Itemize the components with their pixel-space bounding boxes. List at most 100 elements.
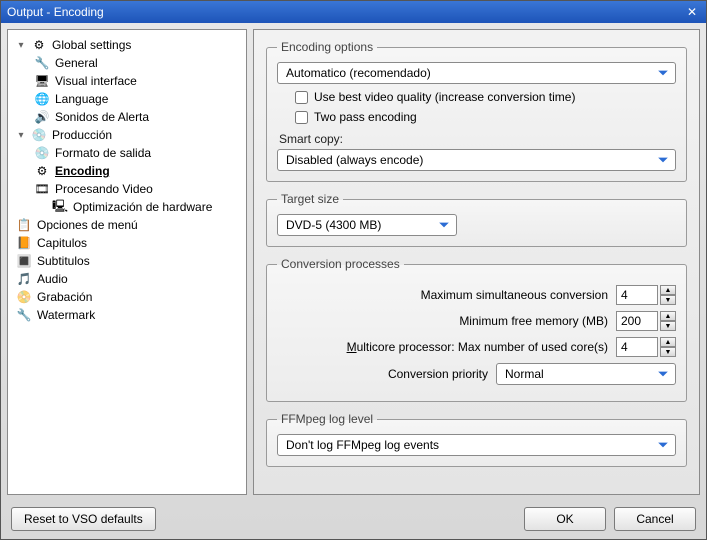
ok-button[interactable]: OK <box>524 507 606 531</box>
subtitles-icon: 🔳 <box>16 253 32 269</box>
tree-item-audio[interactable]: 🎵 Audio <box>10 270 244 288</box>
group-ffmpeg: FFMpeg log level Don't log FFMpeg log ev… <box>266 412 687 467</box>
tree-label: Producción <box>52 128 112 142</box>
close-icon[interactable]: ✕ <box>684 5 700 19</box>
legend-conversion: Conversion processes <box>277 257 404 271</box>
tree-item-visual[interactable]: 🖥 Visual interface <box>10 72 244 90</box>
tree-item-watermark[interactable]: 🔧 Watermark <box>10 306 244 324</box>
combo-value: Automatico (recomendado) <box>286 66 431 80</box>
ffmpeg-log-combo[interactable]: Don't log FFMpeg log events <box>277 434 676 456</box>
window-title: Output - Encoding <box>7 5 104 19</box>
tree-item-recording[interactable]: 📀 Grabación <box>10 288 244 306</box>
min-mem-spinner[interactable]: ▲▼ <box>616 311 676 331</box>
wrench-icon: 🔧 <box>16 307 32 323</box>
smart-copy-combo[interactable]: Disabled (always encode) <box>277 149 676 171</box>
max-sim-input[interactable] <box>616 285 658 305</box>
tree-item-general[interactable]: 🔧 General <box>10 54 244 72</box>
titlebar: Output - Encoding ✕ <box>1 1 706 23</box>
disc-icon: 💿 <box>31 127 47 143</box>
tree-item-subtitles[interactable]: 🔳 Subtitulos <box>10 252 244 270</box>
tree-item-format[interactable]: 💿 Formato de salida <box>10 144 244 162</box>
tree-label: Language <box>55 92 108 106</box>
tree-item-global[interactable]: ▾ ⚙ Global settings <box>10 36 244 54</box>
tree-item-language[interactable]: 🌐 Language <box>10 90 244 108</box>
group-target-size: Target size DVD-5 (4300 MB) <box>266 192 687 247</box>
disc-icon: 📀 <box>16 289 32 305</box>
chevron-down-icon <box>436 217 452 233</box>
tree-item-processing[interactable]: 🎞 Procesando Video <box>10 180 244 198</box>
best-quality-row: Use best video quality (increase convers… <box>295 90 676 104</box>
tree-label: Capitulos <box>37 236 87 250</box>
tree-item-encoding[interactable]: ⚙ Encoding <box>10 162 244 180</box>
multicore-spinner[interactable]: ▲▼ <box>616 337 676 357</box>
two-pass-label: Two pass encoding <box>314 110 417 124</box>
two-pass-checkbox[interactable] <box>295 111 308 124</box>
spin-up-icon[interactable]: ▲ <box>660 311 676 321</box>
best-quality-checkbox[interactable] <box>295 91 308 104</box>
tree-item-menuopts[interactable]: 📋 Opciones de menú <box>10 216 244 234</box>
spin-up-icon[interactable]: ▲ <box>660 285 676 295</box>
tree-label: Encoding <box>55 164 110 178</box>
tree-label: Audio <box>37 272 68 286</box>
legend-encoding: Encoding options <box>277 40 377 54</box>
combo-value: Normal <box>505 367 544 381</box>
target-size-combo[interactable]: DVD-5 (4300 MB) <box>277 214 457 236</box>
tree-label: Formato de salida <box>55 146 151 160</box>
group-conversion: Conversion processes Maximum simultaneou… <box>266 257 687 402</box>
multicore-input[interactable] <box>616 337 658 357</box>
tree-label: Visual interface <box>55 74 137 88</box>
menu-icon: 📋 <box>16 217 32 233</box>
combo-value: Disabled (always encode) <box>286 153 423 167</box>
tree-label: Opciones de menú <box>37 218 138 232</box>
disc-icon: 💿 <box>34 145 50 161</box>
row-multicore: Multicore processor: Max number of used … <box>277 337 676 357</box>
spin-down-icon[interactable]: ▼ <box>660 295 676 305</box>
spin-down-icon[interactable]: ▼ <box>660 347 676 357</box>
wrench-icon: 🔧 <box>34 55 50 71</box>
priority-label: Conversion priority <box>388 367 488 381</box>
combo-value: Don't log FFMpeg log events <box>286 438 439 452</box>
row-min-mem: Minimum free memory (MB) ▲▼ <box>277 311 676 331</box>
book-icon: 📙 <box>16 235 32 251</box>
settings-tree[interactable]: ▾ ⚙ Global settings 🔧 General 🖥 Visual i… <box>7 29 247 495</box>
tree-label: Grabación <box>37 290 92 304</box>
chevron-down-icon <box>655 152 671 168</box>
collapse-icon[interactable]: ▾ <box>16 130 26 141</box>
gear-icon: ⚙ <box>34 163 50 179</box>
cancel-button[interactable]: Cancel <box>614 507 696 531</box>
tree-item-hwopt[interactable]: 🖳 Optimización de hardware <box>10 198 244 216</box>
settings-window: Output - Encoding ✕ ▾ ⚙ Global settings … <box>0 0 707 540</box>
settings-content: Encoding options Automatico (recomendado… <box>253 29 700 495</box>
legend-target: Target size <box>277 192 343 206</box>
group-encoding-options: Encoding options Automatico (recomendado… <box>266 40 687 182</box>
min-mem-label: Minimum free memory (MB) <box>459 314 608 328</box>
tree-label: Subtitulos <box>37 254 90 268</box>
note-icon: 🎵 <box>16 271 32 287</box>
priority-combo[interactable]: Normal <box>496 363 676 385</box>
spin-up-icon[interactable]: ▲ <box>660 337 676 347</box>
chevron-down-icon <box>655 65 671 81</box>
gear-icon: ⚙ <box>31 37 47 53</box>
reset-button[interactable]: Reset to VSO defaults <box>11 507 156 531</box>
min-mem-input[interactable] <box>616 311 658 331</box>
collapse-icon[interactable]: ▾ <box>16 40 26 51</box>
dialog-footer: Reset to VSO defaults OK Cancel <box>1 501 706 539</box>
tree-label: Watermark <box>37 308 95 322</box>
tree-item-chapters[interactable]: 📙 Capitulos <box>10 234 244 252</box>
multicore-label: Multicore processor: Max number of used … <box>347 340 608 354</box>
max-sim-spinner[interactable]: ▲▼ <box>616 285 676 305</box>
legend-ffmpeg: FFMpeg log level <box>277 412 377 426</box>
cpu-icon: 🖳 <box>52 199 68 215</box>
tree-item-production[interactable]: ▾ 💿 Producción <box>10 126 244 144</box>
row-max-sim: Maximum simultaneous conversion ▲▼ <box>277 285 676 305</box>
spin-down-icon[interactable]: ▼ <box>660 321 676 331</box>
monitor-icon: 🖥 <box>34 73 50 89</box>
chevron-down-icon <box>655 366 671 382</box>
tree-label: General <box>55 56 98 70</box>
best-quality-label: Use best video quality (increase convers… <box>314 90 575 104</box>
smart-copy-label: Smart copy: <box>279 132 676 146</box>
speaker-icon: 🔊 <box>34 109 50 125</box>
encoding-preset-combo[interactable]: Automatico (recomendado) <box>277 62 676 84</box>
tree-item-sounds[interactable]: 🔊 Sonidos de Alerta <box>10 108 244 126</box>
film-icon: 🎞 <box>34 181 50 197</box>
